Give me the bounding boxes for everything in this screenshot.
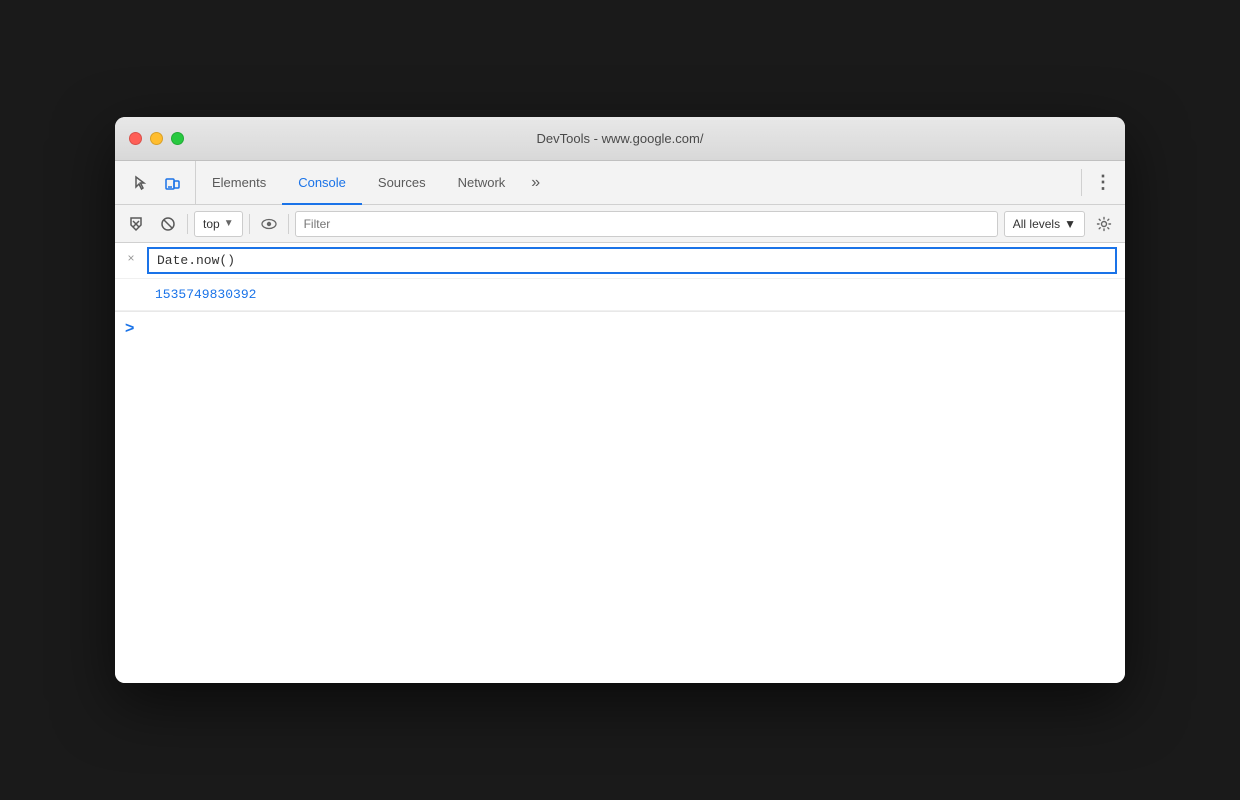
device-toggle-button[interactable] (159, 169, 187, 197)
window-title: DevTools - www.google.com/ (537, 131, 704, 146)
devtools-menu-button[interactable]: ⋮ (1082, 161, 1125, 204)
close-button[interactable] (129, 132, 142, 145)
console-result-value: 1535749830392 (147, 283, 264, 306)
console-content: × 1535749830392 > (115, 243, 1125, 683)
console-toolbar: top ▼ All levels ▼ (115, 205, 1125, 243)
title-bar: DevTools - www.google.com/ (115, 117, 1125, 161)
settings-button[interactable] (1091, 211, 1117, 237)
clear-console-button[interactable] (123, 211, 149, 237)
toolbar-divider-1 (187, 214, 188, 234)
console-entry: × (115, 243, 1125, 279)
filter-input[interactable] (295, 211, 998, 237)
console-input[interactable] (147, 247, 1117, 274)
devtools-window: DevTools - www.google.com/ Elements (115, 117, 1125, 683)
minimize-button[interactable] (150, 132, 163, 145)
live-expressions-button[interactable] (256, 211, 282, 237)
tab-network[interactable]: Network (442, 161, 522, 205)
tab-spacer (550, 161, 1081, 204)
tab-elements[interactable]: Elements (196, 161, 282, 205)
traffic-lights (129, 132, 184, 145)
console-prompt-line: > (115, 312, 1125, 346)
block-icon-button[interactable] (155, 211, 181, 237)
maximize-button[interactable] (171, 132, 184, 145)
toolbar-divider-3 (288, 214, 289, 234)
prompt-chevron: > (125, 320, 134, 338)
more-tabs-button[interactable]: » (521, 161, 550, 204)
context-selector[interactable]: top ▼ (194, 211, 243, 237)
log-levels-selector[interactable]: All levels ▼ (1004, 211, 1085, 237)
tab-console[interactable]: Console (282, 161, 362, 205)
entry-close-button[interactable]: × (115, 243, 147, 273)
console-result: 1535749830392 (115, 279, 1125, 311)
tab-sources[interactable]: Sources (362, 161, 442, 205)
toolbar-divider-2 (249, 214, 250, 234)
inspect-element-button[interactable] (127, 169, 155, 197)
devtools-tab-bar: Elements Console Sources Network » ⋮ (115, 161, 1125, 205)
devtools-icon-group (119, 161, 196, 204)
